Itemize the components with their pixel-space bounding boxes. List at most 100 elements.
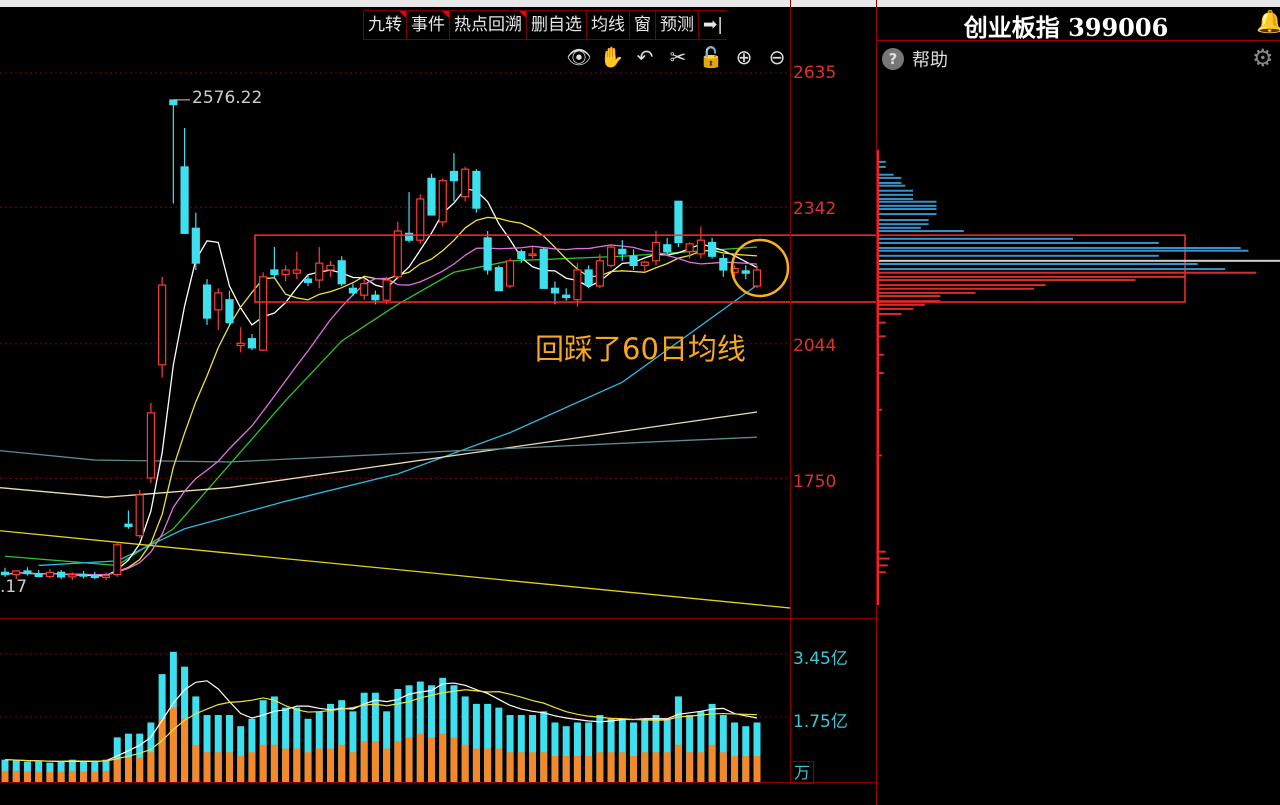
candle (225, 299, 234, 324)
price-volume-bar (878, 230, 964, 233)
volume-bar-lower (686, 752, 694, 782)
candle (371, 294, 380, 301)
candle (259, 276, 268, 351)
candle (461, 168, 470, 198)
candle (438, 180, 447, 223)
volume-bar-lower (742, 755, 750, 782)
volume-bar-lower (113, 759, 121, 782)
candle (202, 284, 212, 319)
volume-tick: 3.45亿 (793, 649, 848, 669)
highlight-circle (730, 238, 790, 298)
volume-bar-lower (57, 771, 65, 782)
volume-bar-lower (181, 718, 189, 782)
volume-bar-lower (360, 741, 368, 782)
volume-bar-lower (158, 718, 166, 782)
candle (539, 248, 548, 289)
candle (674, 200, 683, 244)
volume-bar-lower (428, 737, 436, 782)
bell-icon[interactable]: 🔔 (1256, 10, 1280, 35)
candle (752, 269, 762, 287)
price-tick: 2635 (793, 63, 837, 83)
candle (393, 230, 402, 278)
candle (146, 412, 156, 479)
volume-unit-button[interactable]: 万 (790, 761, 814, 784)
price-volume-bar (878, 259, 1280, 262)
volume-bar-lower (495, 748, 503, 782)
volume-bar-lower (46, 771, 54, 782)
candle (562, 294, 571, 299)
candle (281, 269, 290, 276)
volume-bar-lower (192, 744, 200, 782)
volume-bar-lower (484, 748, 492, 782)
volume-bar-lower (282, 748, 290, 782)
volume-bar-lower (641, 752, 649, 782)
candle (663, 244, 672, 253)
candle (180, 166, 189, 234)
volume-bar-lower (326, 748, 334, 782)
volume-bar-lower (472, 748, 480, 782)
price-volume-bar (878, 189, 914, 192)
price-volume-bar (878, 335, 886, 338)
volume-bar-lower (80, 771, 88, 782)
panel-divider (876, 0, 877, 805)
volume-bar-lower (248, 752, 256, 782)
price-volume-bar (878, 254, 1159, 257)
price-volume-bar (878, 249, 1249, 252)
candle (472, 170, 481, 209)
candle (696, 239, 705, 255)
candle (494, 267, 503, 292)
volume-bar-lower (12, 770, 20, 782)
candle (629, 255, 638, 266)
price-volume-bar (878, 263, 1198, 266)
price-volume-bar (878, 303, 925, 306)
help-button[interactable]: ? 帮助 (882, 46, 948, 72)
volume-bar-lower (23, 771, 31, 782)
ma20-line (4, 244, 758, 576)
high-price-label: 2576.22 (192, 88, 263, 108)
candle (404, 232, 414, 241)
price-tick: 2044 (793, 336, 837, 356)
candle (528, 253, 537, 257)
gear-icon[interactable]: ⚙ (1252, 44, 1274, 72)
volume-bar-lower (573, 755, 581, 782)
volume-bar-lower (394, 741, 402, 782)
volume-bar-lower (652, 752, 660, 782)
candle (741, 270, 750, 274)
volume-bar-lower (753, 755, 761, 782)
volume-bar-lower (349, 752, 357, 782)
volume-bar-lower (529, 752, 537, 782)
volume-bar-lower (416, 733, 424, 782)
price-volume-bar (878, 295, 941, 298)
price-volume-bar (878, 271, 1257, 274)
volume-bar-lower (506, 752, 514, 782)
candle (45, 571, 54, 578)
candle (360, 283, 369, 296)
price-volume-bar (878, 200, 937, 203)
volume-bar-lower (719, 752, 727, 782)
price-chart[interactable] (0, 0, 1280, 805)
candle (236, 342, 245, 347)
volume-bar-lower (102, 770, 110, 782)
stock-title: 创业板指 399006 (963, 13, 1169, 42)
price-volume-bar (878, 246, 1241, 249)
volume-bar-lower (136, 757, 144, 782)
candle (292, 269, 301, 274)
candle (618, 248, 627, 255)
volume-tick: 1.75亿 (793, 712, 848, 732)
volume-bar-lower (383, 748, 391, 782)
volume-bar-lower (91, 771, 99, 782)
volume-bar-lower (124, 757, 132, 782)
price-volume-bar (878, 237, 1073, 240)
candle (719, 257, 728, 271)
volume-bar-lower (225, 752, 233, 782)
price-volume-bar (878, 550, 886, 553)
candle (124, 523, 133, 528)
axis-divider (790, 0, 791, 782)
price-volume-bar (878, 223, 929, 226)
volume-bar-lower (214, 752, 222, 782)
price-volume-bar (878, 307, 914, 310)
moving-average-line (4, 246, 758, 567)
price-tick: 2342 (793, 199, 837, 219)
price-volume-bar (878, 275, 1187, 278)
price-volume-bar (878, 204, 937, 207)
